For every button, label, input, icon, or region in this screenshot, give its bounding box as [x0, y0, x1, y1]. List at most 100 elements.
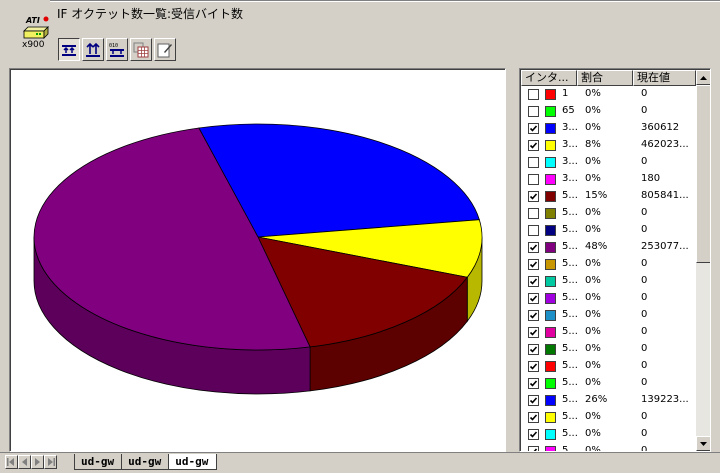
scroll-thumb[interactable] — [696, 85, 710, 263]
grid-view-button[interactable] — [130, 38, 152, 61]
arrow-down-icon — [700, 441, 707, 446]
row-checkbox[interactable] — [528, 361, 539, 372]
row-checkbox[interactable] — [528, 123, 539, 134]
ratio-cell: 48% — [585, 241, 608, 252]
sheet-tab[interactable]: ud-gw — [74, 454, 124, 470]
tab-prev-button[interactable] — [18, 455, 31, 469]
edit-button[interactable] — [154, 38, 176, 61]
row-checkbox[interactable] — [528, 378, 539, 389]
window-title: IF オクテット数一覧:受信バイト数 — [57, 7, 244, 21]
row-checkbox[interactable] — [528, 412, 539, 423]
list-item[interactable]: 5... 48% 253077... — [521, 239, 696, 256]
receive-bytes-button[interactable] — [58, 38, 80, 61]
column-header-ratio[interactable]: 割合 — [577, 70, 633, 86]
list-item[interactable]: 5... 0% 0 — [521, 256, 696, 273]
checkmark-icon — [531, 448, 538, 451]
value-cell: 805841... — [641, 190, 689, 201]
row-checkbox[interactable] — [528, 259, 539, 270]
column-header-interface[interactable]: インタ... — [521, 70, 577, 86]
list-item[interactable]: 3... 0% 360612 — [521, 120, 696, 137]
interface-cell: 5... — [562, 224, 578, 235]
row-checkbox[interactable] — [528, 174, 539, 185]
packet-counter-button[interactable]: 010 — [106, 38, 128, 61]
row-checkbox[interactable] — [528, 446, 539, 451]
row-checkbox[interactable] — [528, 225, 539, 236]
column-header-value[interactable]: 現在値 — [633, 70, 696, 86]
interface-cell: 5... — [562, 207, 578, 218]
ratio-cell: 0% — [585, 360, 601, 371]
interface-cell: 3... — [562, 139, 578, 150]
list-item[interactable]: 3... 0% 0 — [521, 154, 696, 171]
interface-cell: 5... — [562, 292, 578, 303]
row-checkbox[interactable] — [528, 344, 539, 355]
ratio-cell: 0% — [585, 224, 601, 235]
prev-arrow-icon — [22, 458, 27, 466]
list-item[interactable]: 5... 0% 0 — [521, 409, 696, 426]
sheet-tab[interactable]: ud-gw — [168, 454, 218, 470]
list-item[interactable]: 5... 26% 139223... — [521, 392, 696, 409]
ratio-cell: 15% — [585, 190, 608, 201]
interface-cell: 5... — [562, 411, 578, 422]
tab-first-button[interactable] — [5, 455, 18, 469]
tab-last-button[interactable] — [44, 455, 57, 469]
value-cell: 0 — [641, 377, 648, 388]
row-checkbox[interactable] — [528, 395, 539, 406]
interface-cell: 3... — [562, 122, 578, 133]
grid-icon — [133, 42, 149, 57]
tab-next-button[interactable] — [31, 455, 44, 469]
list-item[interactable]: 1 0% 0 — [521, 86, 696, 103]
list-item[interactable]: 65 0% 0 — [521, 103, 696, 120]
interface-cell: 5... — [562, 428, 578, 439]
list-item[interactable]: 5... 0% 0 — [521, 426, 696, 443]
list-item[interactable]: 5... 15% 805841... — [521, 188, 696, 205]
list-item[interactable]: 5... 0% 0 — [521, 290, 696, 307]
checkmark-icon — [529, 244, 538, 251]
svg-text:010: 010 — [109, 43, 118, 49]
list-item[interactable]: 5... 0% 0 — [521, 222, 696, 239]
interface-cell: 65 — [562, 105, 575, 116]
list-item[interactable]: 5... 0% 0 — [521, 273, 696, 290]
row-checkbox[interactable] — [528, 293, 539, 304]
checkmark-icon — [529, 414, 538, 421]
value-cell: 0 — [641, 105, 648, 116]
row-checkbox[interactable] — [528, 191, 539, 202]
checkmark-icon — [529, 278, 538, 285]
value-cell: 139223... — [641, 394, 689, 405]
row-checkbox[interactable] — [528, 157, 539, 168]
row-checkbox[interactable] — [528, 208, 539, 219]
pane-splitter[interactable] — [506, 68, 519, 452]
sheet-tab[interactable]: ud-gw — [121, 454, 171, 470]
ratio-cell: 0% — [585, 275, 601, 286]
list-item[interactable]: 5... 0% 0 — [521, 375, 696, 392]
color-swatch — [545, 259, 556, 270]
row-checkbox[interactable] — [528, 140, 539, 151]
color-swatch — [545, 123, 556, 134]
scroll-up-button[interactable] — [696, 70, 710, 85]
pie-chart — [33, 123, 483, 395]
list-item[interactable]: 3... 0% 180 — [521, 171, 696, 188]
color-swatch — [545, 242, 556, 253]
list-item[interactable]: 5... 0% 0 — [521, 324, 696, 341]
row-checkbox[interactable] — [528, 89, 539, 100]
list-item[interactable]: 3... 8% 462023... — [521, 137, 696, 154]
row-checkbox[interactable] — [528, 106, 539, 117]
next-arrow-icon — [35, 458, 40, 466]
row-checkbox[interactable] — [528, 310, 539, 321]
row-checkbox[interactable] — [528, 327, 539, 338]
row-checkbox[interactable] — [528, 276, 539, 287]
row-checkbox[interactable] — [528, 242, 539, 253]
color-swatch — [545, 191, 556, 202]
interface-cell: 5... — [562, 377, 578, 388]
list-item[interactable]: 5... 0% 0 — [521, 307, 696, 324]
list-item[interactable]: 5... 0% 0 — [521, 358, 696, 375]
list-item[interactable]: 5... 0% 0 — [521, 205, 696, 222]
list-item[interactable]: 5... 0% 0 — [521, 341, 696, 358]
send-receive-button[interactable] — [82, 38, 104, 61]
scroll-down-button[interactable] — [696, 436, 710, 451]
interface-cell: 5... — [562, 394, 578, 405]
row-checkbox[interactable] — [528, 429, 539, 440]
vertical-scrollbar[interactable] — [696, 70, 710, 451]
interface-cell: 5... — [562, 190, 578, 201]
list-item[interactable]: 5... 0% 0 — [521, 443, 696, 451]
window-header: ATI x900 IF オクテット数一覧:受信バイト数 010 — [0, 0, 720, 68]
